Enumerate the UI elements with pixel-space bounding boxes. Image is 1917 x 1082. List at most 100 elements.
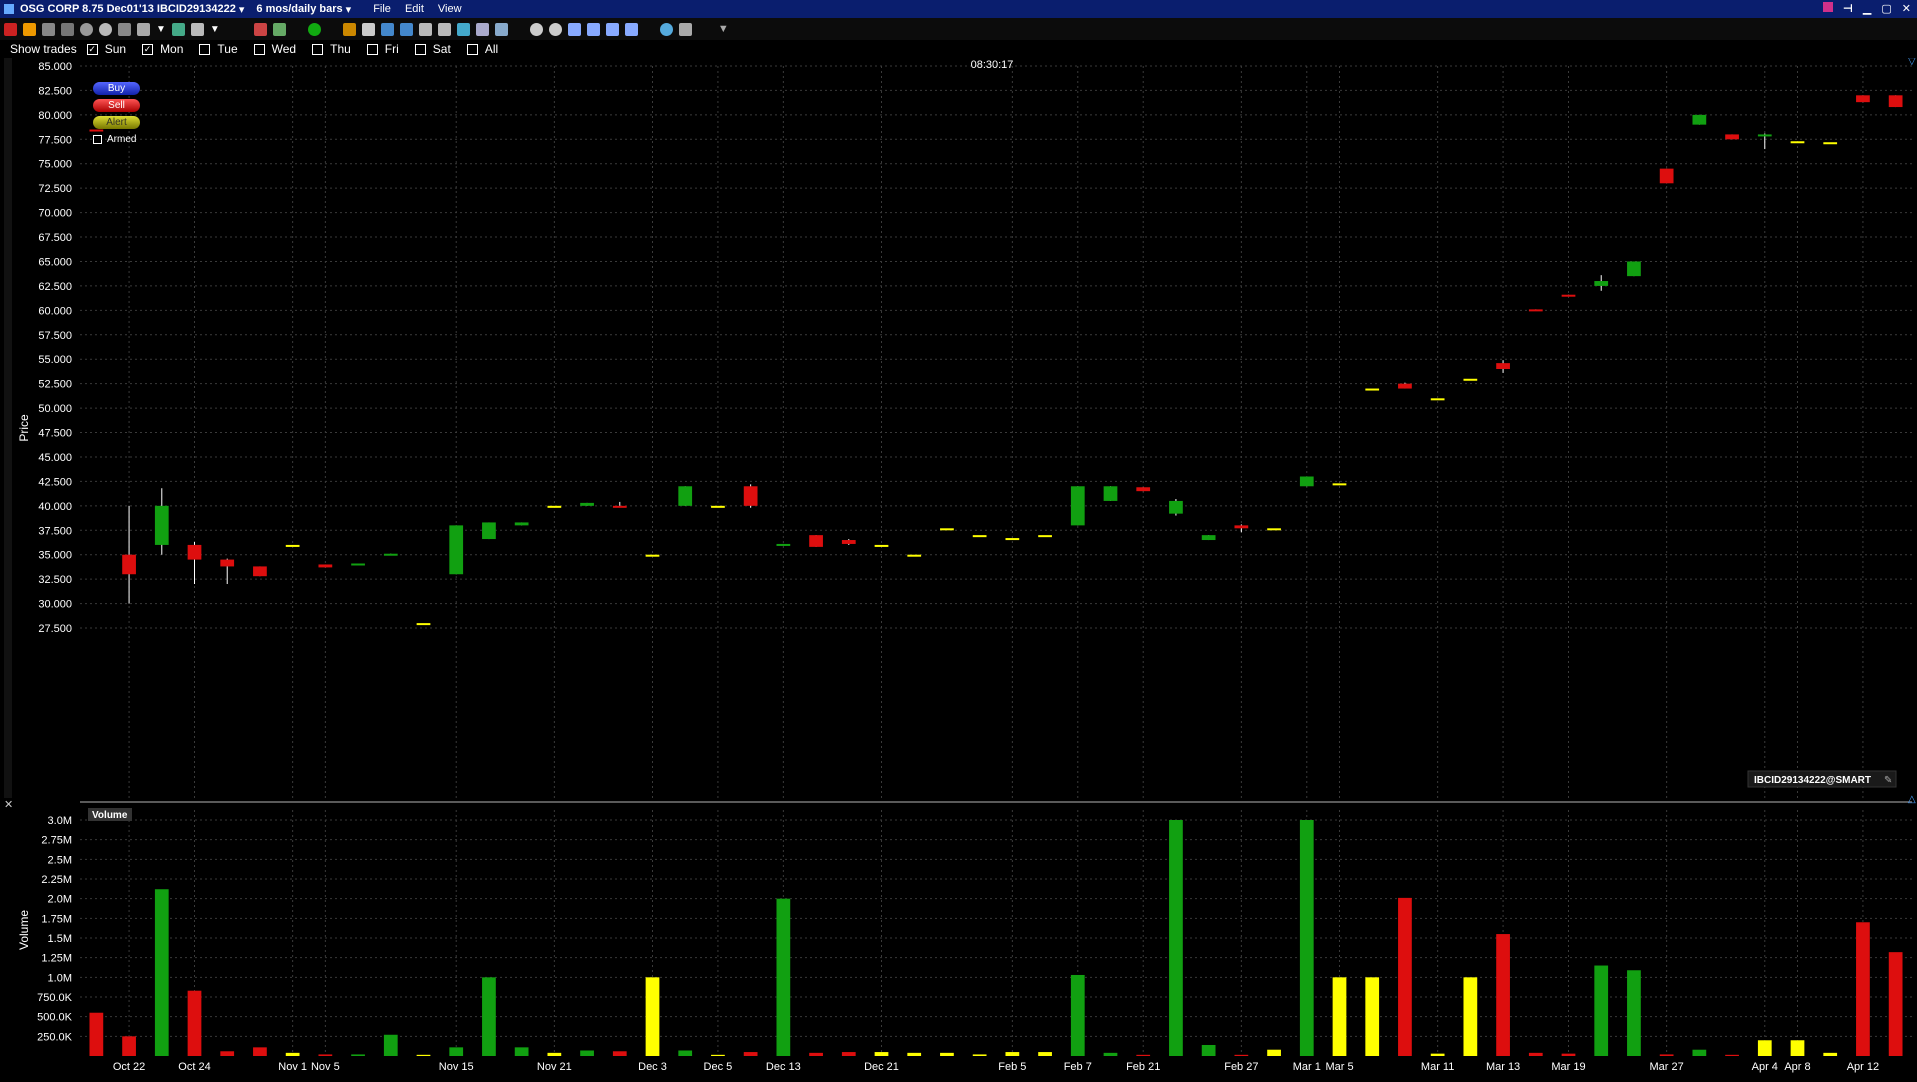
checkbox[interactable] [93, 135, 102, 144]
price-tick-label: 82.500 [38, 85, 72, 97]
volume-bar [220, 1051, 235, 1056]
color-link-icon[interactable] [1822, 2, 1833, 12]
circle-icon[interactable] [99, 22, 112, 36]
menu-edit[interactable]: Edit [405, 3, 424, 15]
candle-body [1005, 538, 1020, 541]
menu-file[interactable]: File [373, 3, 391, 15]
day-filter-fri[interactable]: Fri [366, 42, 399, 56]
minimize-icon[interactable]: ▁ [1863, 2, 1871, 15]
candle-body [1398, 383, 1412, 389]
candle-body [1136, 487, 1151, 492]
candle-body [743, 486, 758, 506]
scroll-right-icon[interactable] [605, 22, 619, 36]
zoom-out-icon[interactable] [548, 22, 562, 36]
x-tick-label: Feb 27 [1224, 1061, 1258, 1073]
candle-body [1267, 528, 1281, 531]
day-filter-mon[interactable]: ✓ Mon [142, 42, 183, 56]
scroll-down-icon[interactable]: △ [1908, 794, 1916, 805]
chart-type-icon[interactable] [171, 22, 185, 36]
fit-icon[interactable] [586, 22, 600, 36]
price-chart-area[interactable]: 85.000 82.500 80.000 77.500 75.000 72.500 70.0… [0, 58, 1917, 1082]
zoom-in-icon[interactable] [529, 22, 543, 36]
crosshair-tool-icon[interactable] [342, 22, 356, 36]
sync-icon[interactable] [659, 22, 673, 36]
candle-body [1201, 535, 1216, 541]
checkbox[interactable] [199, 43, 211, 55]
crosshair-icon[interactable] [4, 22, 17, 36]
text-tool-icon[interactable] [380, 22, 394, 36]
fibonacci-icon[interactable] [456, 22, 470, 36]
pin-small-icon[interactable]: ✎ [1884, 775, 1892, 786]
x-tick-label: Apr 4 [1752, 1061, 1778, 1073]
scroll-up-icon[interactable]: ▽ [1908, 58, 1916, 67]
x-tick-label: Dec 3 [638, 1061, 667, 1073]
armed-checkbox[interactable]: Armed [93, 134, 136, 145]
checkbox[interactable] [366, 43, 378, 55]
pointer-icon[interactable] [23, 22, 36, 36]
redo-icon[interactable] [437, 22, 451, 36]
close-icon[interactable]: ✕ [1902, 2, 1911, 15]
volume-bar [1038, 1052, 1052, 1056]
pin-icon[interactable]: ⊣ [1843, 2, 1853, 15]
candle-body [253, 566, 267, 577]
indicator-icon[interactable] [272, 22, 286, 36]
x-tick-label: Mar 19 [1551, 1061, 1585, 1073]
show-trades-label: Show trades [10, 42, 77, 56]
menu-view[interactable]: View [438, 3, 462, 15]
checkbox[interactable] [414, 43, 426, 55]
candle-body [89, 129, 104, 132]
trend-icon[interactable] [361, 22, 375, 36]
candle-body [580, 502, 594, 506]
dropdown-icon[interactable]: ▼ [210, 24, 220, 35]
draw-line-icon[interactable] [253, 22, 267, 36]
sell-button[interactable]: Sell [93, 99, 140, 112]
checkbox[interactable] [466, 43, 478, 55]
candle-body [874, 544, 889, 547]
volume-bar [1561, 1053, 1576, 1056]
volume-bar [1856, 922, 1870, 1056]
refresh-icon[interactable] [80, 22, 93, 36]
grid-icon[interactable] [118, 22, 131, 36]
settings-icon[interactable] [678, 22, 692, 36]
scroll-left-icon[interactable] [567, 22, 581, 36]
volume-bar [776, 898, 791, 1056]
layout-icon[interactable] [190, 22, 204, 36]
day-filter-sun[interactable]: ✓ Sun [86, 42, 126, 56]
checkbox[interactable]: ✓ [142, 43, 154, 55]
close-pane-icon[interactable]: ✕ [4, 799, 13, 811]
candle-body [940, 528, 954, 531]
annotation-icon[interactable] [399, 22, 413, 36]
day-filter-tue[interactable]: Tue [199, 42, 238, 56]
window-title: OSG CORP 8.75 Dec01'13 IBCID29134222 ▾ [20, 3, 245, 16]
checkbox[interactable]: ✓ [86, 43, 98, 55]
checkbox[interactable] [312, 43, 324, 55]
print-icon[interactable] [61, 22, 74, 36]
candle-body [612, 505, 627, 508]
expand-icon[interactable] [624, 22, 638, 36]
volume-tick-label: 250.0K [37, 1031, 73, 1043]
undo-icon[interactable] [418, 22, 432, 36]
day-filter-wed[interactable]: Wed [253, 42, 296, 56]
candle-body [1790, 141, 1805, 144]
dropdown-icon[interactable]: ▼ [156, 24, 166, 35]
table-icon[interactable] [42, 22, 55, 36]
dollar-icon[interactable] [307, 22, 321, 36]
day-filter-all[interactable]: All [466, 42, 498, 56]
erase-icon[interactable] [494, 22, 508, 36]
price-tick-label: 65.000 [38, 256, 72, 268]
day-filter-sat[interactable]: Sat [414, 42, 451, 56]
x-tick-label: Apr 12 [1847, 1061, 1879, 1073]
day-filter-thu[interactable]: Thu [312, 42, 351, 56]
buy-button[interactable]: Buy [93, 82, 140, 95]
alert-button[interactable]: Alert [93, 116, 140, 129]
candle-body [972, 535, 987, 538]
maximize-icon[interactable]: ▢ [1881, 2, 1891, 15]
period-selector[interactable]: 6 mos/daily bars ▾ [256, 3, 351, 16]
volume-bar [907, 1052, 922, 1056]
checkbox[interactable] [253, 43, 265, 55]
more-dropdown-icon[interactable]: ▼ [718, 23, 729, 35]
candle-body [220, 559, 235, 567]
left-scrollbar[interactable] [4, 58, 12, 798]
channel-icon[interactable] [475, 22, 489, 36]
bar-style-icon[interactable] [137, 22, 150, 36]
